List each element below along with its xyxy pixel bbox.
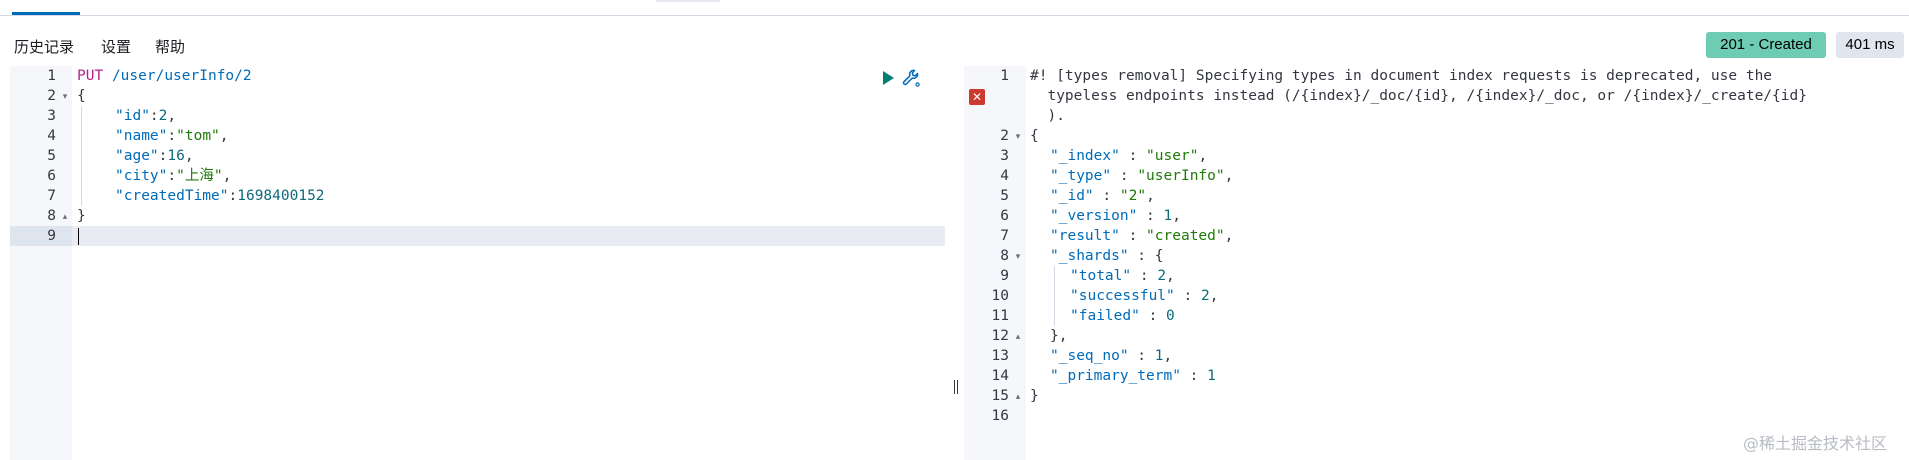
line-number: 9 xyxy=(47,228,56,244)
line-number: 5 xyxy=(47,148,56,164)
shards-field: "total" : 2, xyxy=(1070,268,1175,284)
line-number: 15 xyxy=(991,388,1009,404)
shards-header: "_shards" : { xyxy=(1050,248,1164,264)
response-open-brace: { xyxy=(1030,128,1039,144)
line-number: 5 xyxy=(1000,188,1009,204)
response-field: "result" : "created", xyxy=(1050,228,1234,244)
http-method: PUT xyxy=(77,68,104,84)
fold-open-icon[interactable]: ▾ xyxy=(1013,246,1023,266)
status-badge: 201 - Created xyxy=(1706,32,1826,58)
request-field: "age":16, xyxy=(115,148,194,164)
line-number: 9 xyxy=(1000,268,1009,284)
error-x-icon[interactable]: ✕ xyxy=(969,89,985,105)
request-field: "name":"tom", xyxy=(115,128,229,144)
response-field: "_seq_no" : 1, xyxy=(1050,348,1173,364)
response-field: "_version" : 1, xyxy=(1050,208,1181,224)
line-number: 6 xyxy=(47,168,56,184)
response-field: "_type" : "userInfo", xyxy=(1050,168,1234,184)
deprecation-warning-line: #! [types removal] Specifying types in d… xyxy=(1030,68,1773,84)
line-number: 7 xyxy=(47,188,56,204)
help-link[interactable]: 帮助 xyxy=(155,36,185,57)
line-number: 4 xyxy=(47,128,56,144)
fold-open-icon[interactable]: ▾ xyxy=(60,86,70,106)
response-close-brace: } xyxy=(1030,388,1039,404)
shards-field: "failed" : 0 xyxy=(1070,308,1175,324)
line-number: 1 xyxy=(1000,68,1009,84)
request-open-brace: { xyxy=(77,88,86,104)
top-tab-bar xyxy=(0,0,1909,16)
line-number: 12 xyxy=(991,328,1009,344)
request-field: "city":"上海", xyxy=(115,168,232,184)
indent-guide xyxy=(1054,266,1055,326)
request-field: "id":2, xyxy=(115,108,177,124)
line-number: 8 xyxy=(47,208,56,224)
response-field: "_primary_term" : 1 xyxy=(1050,368,1216,384)
line-number: 3 xyxy=(1000,148,1009,164)
active-line-highlight xyxy=(10,226,945,246)
top-tab-stub[interactable] xyxy=(656,0,720,2)
deprecation-warning-line: typeless endpoints instead (/{index}/_do… xyxy=(1030,88,1807,104)
line-number: 6 xyxy=(1000,208,1009,224)
play-icon[interactable] xyxy=(880,70,896,86)
line-number: 8 xyxy=(1000,248,1009,264)
text-caret xyxy=(78,228,79,245)
line-number: 2 xyxy=(1000,128,1009,144)
shards-close: }, xyxy=(1050,328,1068,344)
request-close-brace: } xyxy=(77,208,86,224)
active-tab-indicator[interactable] xyxy=(12,12,80,15)
watermark: @稀土掘金技术社区 xyxy=(1743,434,1888,453)
deprecation-warning-line: ). xyxy=(1030,108,1065,124)
request-path: /user/userInfo/2 xyxy=(111,68,252,84)
fold-open-icon[interactable]: ▾ xyxy=(1013,126,1023,146)
shards-field: "successful" : 2, xyxy=(1070,288,1219,304)
line-number: 13 xyxy=(991,348,1009,364)
request-line: PUT /user/userInfo/2 xyxy=(77,66,252,86)
line-number: 7 xyxy=(1000,228,1009,244)
response-editor[interactable]: 1 2 3 4 5 6 7 8 9 10 11 12 13 14 15 16 ▾ ▾ ▴ ▴ #! [type… xyxy=(964,66,1909,460)
line-number: 14 xyxy=(991,368,1009,384)
fold-close-icon[interactable]: ▴ xyxy=(60,206,70,226)
line-number: 3 xyxy=(47,108,56,124)
resize-grip-icon[interactable] xyxy=(953,380,959,394)
request-field: "createdTime":1698400152 xyxy=(115,188,325,204)
line-number: 11 xyxy=(991,308,1009,324)
line-number: 16 xyxy=(991,408,1009,424)
indent-guide xyxy=(81,106,82,206)
settings-link[interactable]: 设置 xyxy=(101,36,131,57)
history-link[interactable]: 历史记录 xyxy=(14,36,74,57)
response-field: "_id" : "2", xyxy=(1050,188,1155,204)
line-number: 4 xyxy=(1000,168,1009,184)
line-number: 2 xyxy=(47,88,56,104)
line-number: 10 xyxy=(991,288,1009,304)
request-editor[interactable]: 1 2 3 4 5 6 7 8 9 ▾ ▴ PUT /user/userInfo/2 { "id… xyxy=(10,66,945,460)
pane-splitter[interactable] xyxy=(945,66,964,460)
line-number: 1 xyxy=(47,68,56,84)
response-time-badge: 401 ms xyxy=(1836,32,1904,58)
fold-close-icon[interactable]: ▴ xyxy=(1013,326,1023,346)
fold-close-icon[interactable]: ▴ xyxy=(1013,386,1023,406)
wrench-icon[interactable] xyxy=(901,68,921,88)
console-toolbar: 历史记录 设置 帮助 xyxy=(0,24,1909,66)
response-field: "_index" : "user", xyxy=(1050,148,1208,164)
